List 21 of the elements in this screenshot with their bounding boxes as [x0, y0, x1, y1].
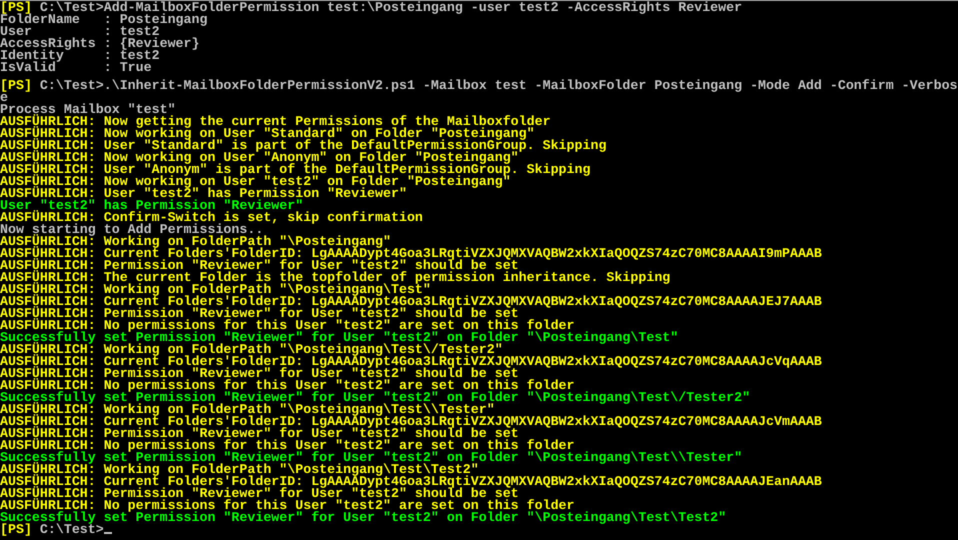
verbose-message: AUSFÜHRLICH: User "test2" has Permission "Reviewer": [0, 188, 407, 200]
success-message: Successfully set Permission "Reviewer" for User "test2" on Folder "\Posteingang\Test\/Tester2": [0, 392, 750, 404]
output-line: e: [0, 92, 8, 104]
output-line: Now starting to Add Permissions..: [0, 224, 264, 236]
verbose-message: AUSFÜHRLICH: No permissions for this User "test2" are set on this folder: [0, 500, 575, 512]
command-text: C:\Test>: [40, 522, 104, 537]
success-message: Successfully set Permission "Reviewer" for User "test2" on Folder "\Posteingang\Test": [0, 332, 678, 344]
output-line: Identity : test2: [0, 50, 160, 62]
output-line: FolderName : Posteingang: [0, 14, 208, 26]
verbose-message: AUSFÜHRLICH: No permissions for this User "test2" are set on this folder: [0, 440, 575, 452]
output-line: AccessRights : {Reviewer}: [0, 38, 200, 50]
success-message: Successfully set Permission "Reviewer" for User "test2" on Folder "\Posteingang\Test\Test2": [0, 512, 726, 524]
output-line: User : test2: [0, 26, 160, 38]
command-text: C:\Test>.\Inherit-MailboxFolderPermissionV2.ps1 -Mailbox test -MailboxFolder Posteingang -Mode Add -Confirm -Verbos: [38, 78, 958, 93]
verbose-message: AUSFÜHRLICH: Confirm-Switch is set, skip confirmation: [0, 212, 423, 224]
verbose-message: AUSFÜHRLICH: No permissions for this User "test2" are set on this folder: [0, 320, 575, 332]
output-line: IsValid : True: [0, 62, 152, 74]
success-message: Successfully set Permission "Reviewer" for User "test2" on Folder "\Posteingang\Test\\Tester": [0, 452, 742, 464]
prompt-label: [PS]: [0, 522, 32, 537]
prompt-label: [PS]: [0, 78, 32, 93]
verbose-message: AUSFÜHRLICH: No permissions for this User "test2" are set on this folder: [0, 380, 575, 392]
